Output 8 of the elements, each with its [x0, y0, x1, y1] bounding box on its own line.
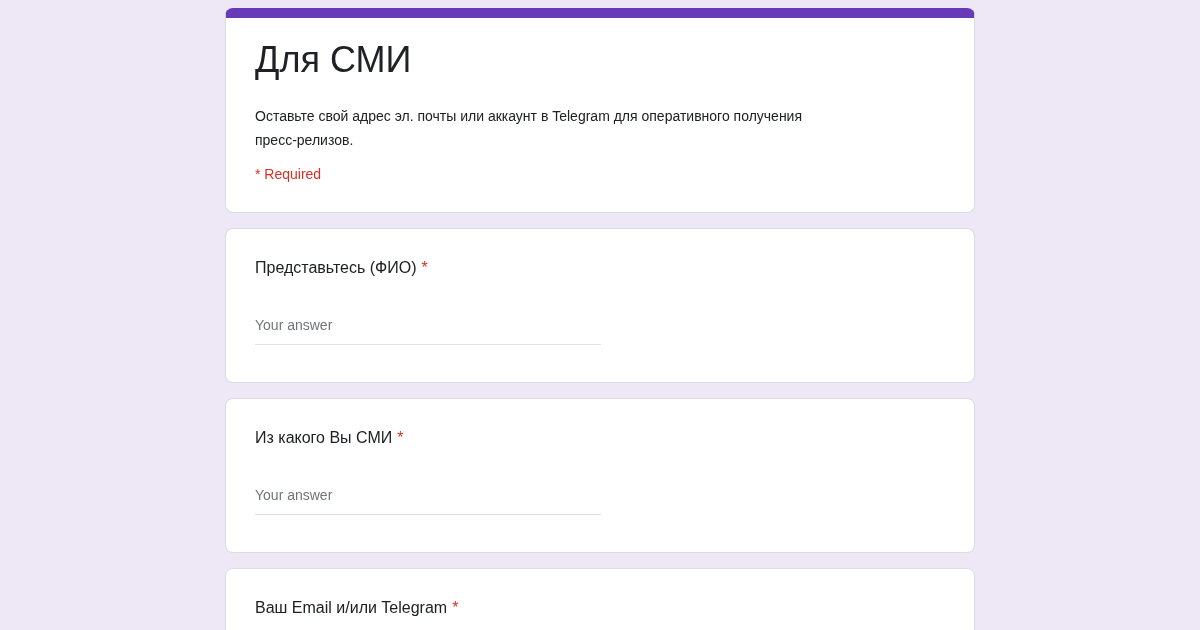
form-description: Оставьте свой адрес эл. почты или аккаунт в Telegram для оперативного получения пресс-релизов.	[255, 107, 804, 150]
answer-field[interactable]: Your answer	[255, 312, 601, 345]
question-label: Ваш Email и/или Telegram *	[255, 598, 460, 618]
question-label: Представьтесь (ФИО) *	[255, 258, 429, 278]
question-label: Из какого Вы СМИ *	[255, 428, 405, 448]
answer-field[interactable]: Your answer	[255, 482, 601, 515]
required-note: * Required	[255, 165, 323, 184]
form-title: Для СМИ	[255, 38, 413, 82]
